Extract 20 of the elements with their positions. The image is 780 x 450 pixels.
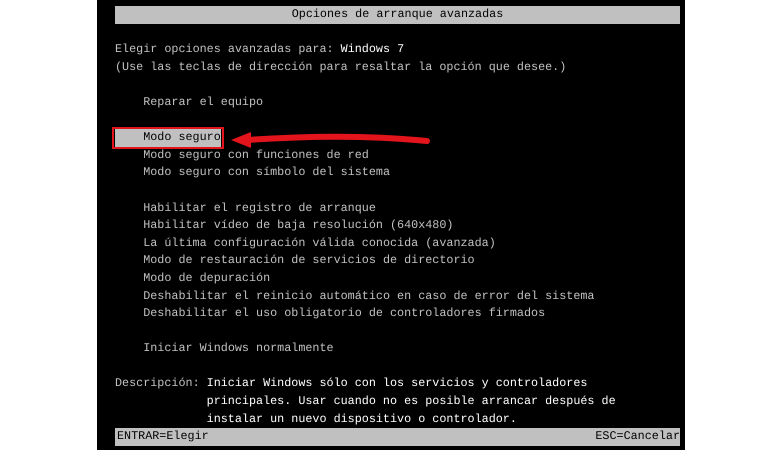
description-text: Iniciar Windows sólo con los servicios y controladores principales. Usar cuando no es posible arrancar después de instalar un nuevo dispositivo o controlador. bbox=[206, 375, 617, 428]
menu-option[interactable]: Iniciar Windows normalmente bbox=[115, 340, 334, 358]
os-name: Windows 7 bbox=[340, 42, 404, 56]
enter-hint: ENTRAR=Elegir bbox=[117, 428, 209, 446]
description-label: Descripción: bbox=[115, 375, 201, 392]
prompt-label: Elegir opciones avanzadas para: bbox=[115, 42, 334, 56]
hint-text: (Use las teclas de dirección para resaltar la opción que desee.) bbox=[115, 58, 568, 76]
menu-option[interactable]: La última configuración válida conocida (avanzada) bbox=[115, 234, 496, 252]
menu-option[interactable]: Modo de restauración de servicios de directorio bbox=[115, 252, 475, 270]
menu-option[interactable]: Deshabilitar el reinicio automático en caso de error del sistema bbox=[115, 288, 594, 306]
menu-option[interactable]: Modo de depuración bbox=[115, 270, 270, 288]
escape-hint: ESC=Cancelar bbox=[595, 428, 680, 446]
menu-option[interactable]: Habilitar el registro de arranque bbox=[115, 200, 376, 218]
menu-option[interactable]: Modo seguro con símbolo del sistema bbox=[115, 164, 390, 182]
menu-option[interactable]: Habilitar vídeo de baja resolución (640x480) bbox=[115, 217, 454, 235]
window-title: Opciones de arranque avanzadas bbox=[292, 6, 504, 23]
menu-option[interactable]: Reparar el equipo bbox=[115, 94, 264, 112]
menu-option[interactable]: Modo seguro con funciones de red bbox=[115, 146, 369, 164]
menu-option[interactable]: Deshabilitar el uso obligatorio de controladores firmados bbox=[115, 305, 546, 323]
menu-option[interactable]: Modo seguro bbox=[115, 129, 221, 147]
